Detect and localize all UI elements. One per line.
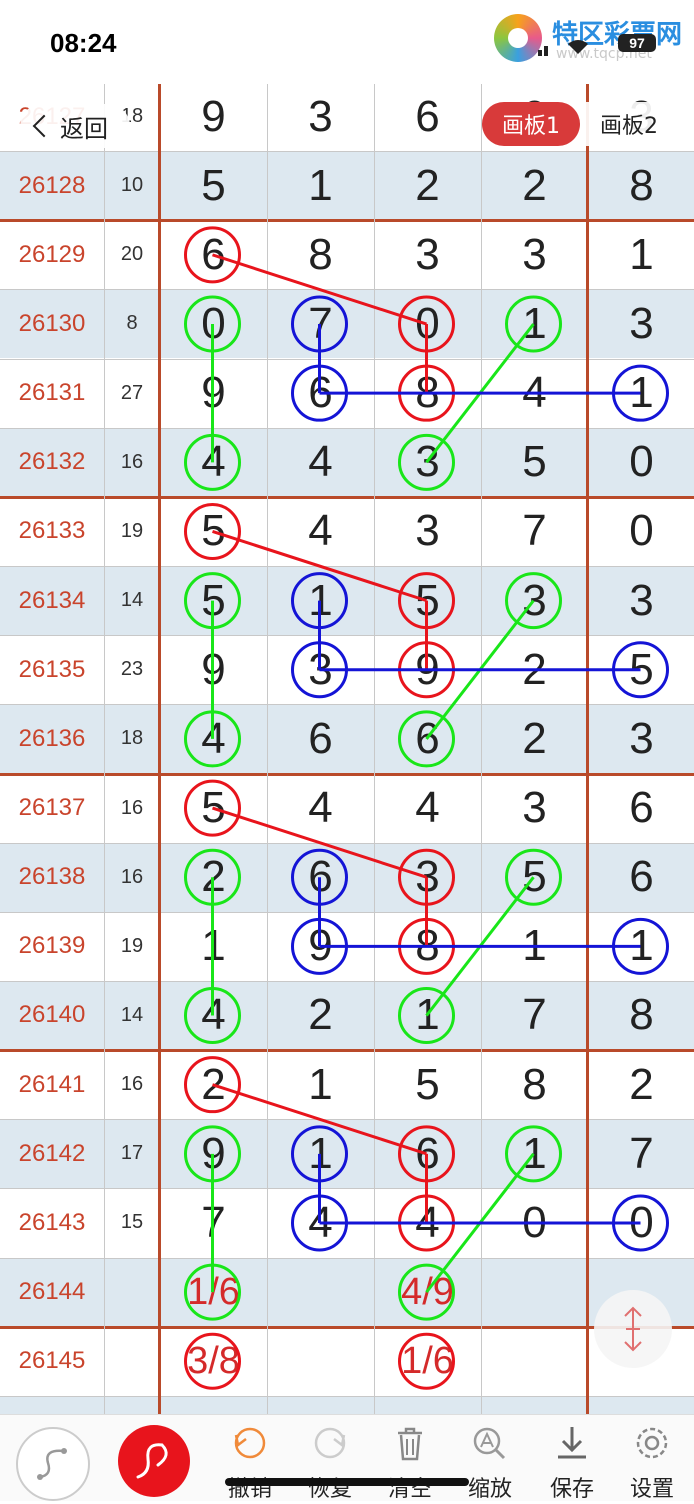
toolbar-label: 清空: [387, 1477, 432, 1502]
red-trace-line: [212, 253, 427, 326]
toolbar-zoom-button[interactable]: 缩放: [458, 1421, 522, 1502]
watermark-logo-icon: [494, 14, 542, 62]
gear-icon: [636, 1427, 668, 1459]
chevron-left-icon: [32, 114, 56, 138]
drawing-overlay: [184, 226, 669, 1390]
red-trace-line: [212, 530, 427, 603]
signal-wifi-icon: [538, 40, 588, 56]
line-pen-icon: [37, 1448, 67, 1480]
home-indicator: [225, 1478, 469, 1486]
tab-board-1[interactable]: 画板1: [482, 102, 580, 146]
freehand-pen-button[interactable]: [118, 1425, 190, 1497]
line-pen-button[interactable]: [16, 1427, 90, 1501]
lottery-grid[interactable]: 2612718936032612810512282612920683312613…: [0, 84, 694, 1414]
redo-icon: [314, 1427, 346, 1459]
red-circle-mark: [398, 1332, 455, 1390]
download-icon: [558, 1427, 586, 1459]
toolbar-label: 保存: [549, 1477, 594, 1502]
red-circle-mark: [184, 1332, 241, 1390]
red-trace-line: [212, 1083, 427, 1156]
toolbar-gear-button[interactable]: 设置: [620, 1421, 684, 1502]
toolbar-redo-button[interactable]: 恢复: [298, 1421, 362, 1502]
red-trace-line: [212, 806, 427, 879]
red-circle-mark: [184, 502, 241, 560]
toolbar-trash-button[interactable]: 清空: [378, 1421, 442, 1502]
status-bar: 08:24 特区彩票网 www.tqcp.net 97: [0, 0, 694, 84]
toolbar-undo-button[interactable]: 撤销: [218, 1421, 282, 1502]
back-label: 返回: [60, 114, 108, 143]
up-down-arrow-icon: [624, 1306, 642, 1352]
bottom-toolbar: 撤销 恢复 清空 缩放 保存 设置: [0, 1414, 694, 1502]
scroll-toggle-button[interactable]: [594, 1290, 672, 1368]
toolbar-label: 设置: [629, 1477, 674, 1502]
toolbar-download-button[interactable]: 保存: [540, 1421, 604, 1502]
tab-board-2[interactable]: 画板2: [580, 102, 678, 146]
battery-indicator: 97: [618, 34, 656, 52]
undo-icon: [234, 1427, 266, 1459]
toolbar-label: 恢复: [307, 1477, 352, 1502]
zoom-icon: [473, 1427, 506, 1460]
freehand-pen-icon: [136, 1443, 168, 1479]
status-time: 08:24: [50, 28, 117, 58]
toolbar-label: 缩放: [467, 1477, 512, 1502]
trash-icon: [398, 1427, 422, 1461]
toolbar-label: 撤销: [227, 1477, 272, 1502]
board-tabs: 画板1 画板2: [482, 102, 678, 146]
back-button[interactable]: 返回: [20, 104, 130, 148]
